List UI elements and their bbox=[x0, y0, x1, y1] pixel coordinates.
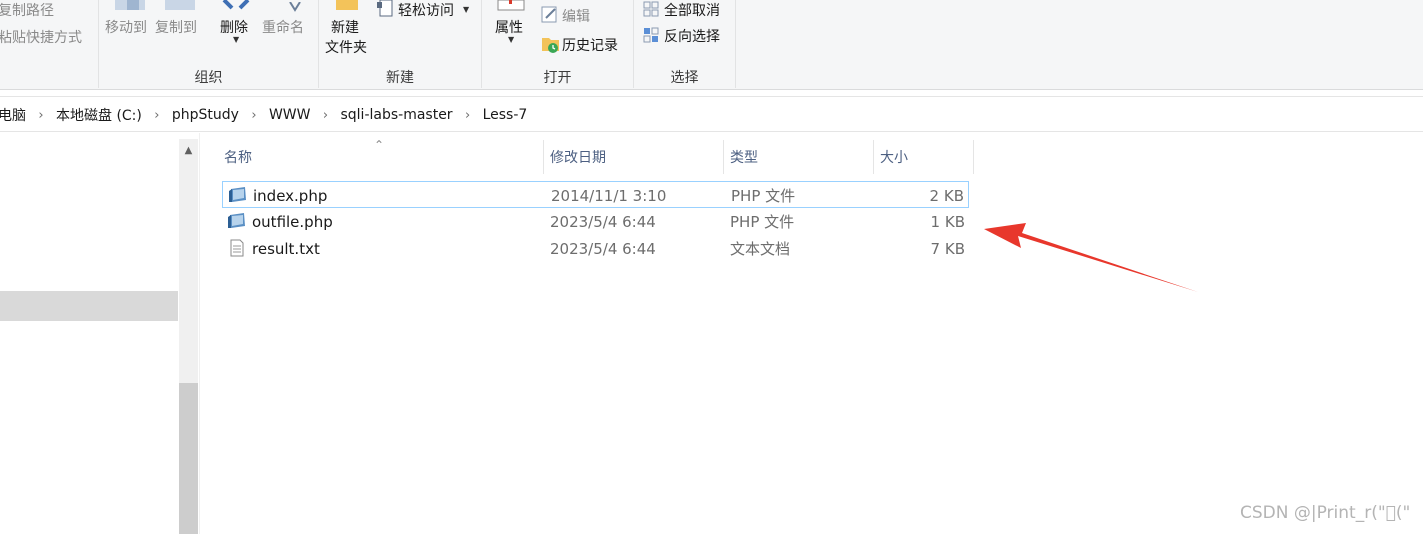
annotation-arrow bbox=[984, 223, 1198, 292]
watermark-text: CSDN @|Print_r(" (" bbox=[1240, 503, 1411, 523]
